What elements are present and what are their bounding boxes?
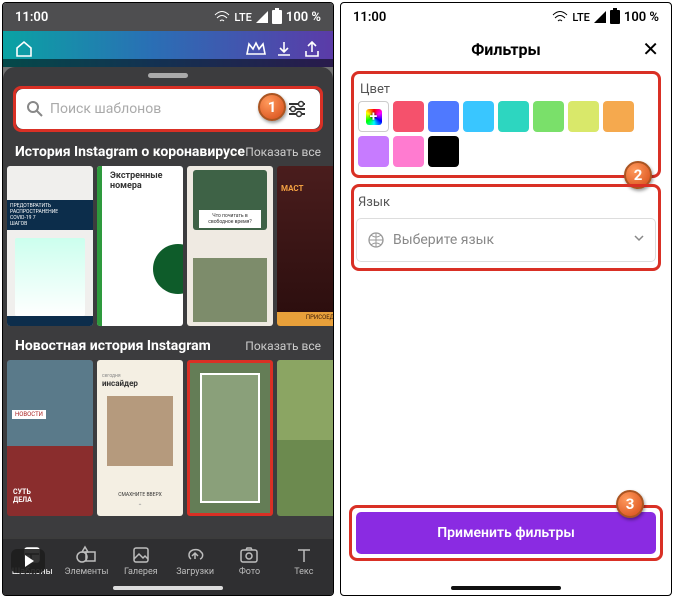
- color-swatches: [358, 101, 654, 167]
- status-battery: 100 %: [624, 10, 659, 25]
- status-bar: 11:00 LTE 100 %: [3, 3, 333, 31]
- template-row-2[interactable]: НОВОСТИ СУТЬДЕЛА сегодня инсайдер СМАХНИ…: [3, 360, 333, 516]
- search-icon: [26, 100, 44, 118]
- nav-gallery[interactable]: Галерея: [114, 545, 168, 577]
- template-card[interactable]: Экстренныеномера: [97, 166, 183, 326]
- share-icon[interactable]: [301, 38, 323, 60]
- template-card[interactable]: [187, 360, 273, 516]
- color-swatch[interactable]: [603, 101, 634, 132]
- battery-icon: [610, 10, 620, 24]
- section-title: История Instagram о коронавирусе: [15, 144, 245, 160]
- nav-elements[interactable]: Элементы: [59, 545, 113, 577]
- template-card[interactable]: ПРЕДОТВРАТИТЬРАСПРОСТРАНЕНИЕCOVID-19 7ША…: [7, 166, 93, 326]
- color-swatch[interactable]: [463, 101, 494, 132]
- language-placeholder: Выберите язык: [393, 232, 494, 248]
- apply-section-highlight: Применить фильтры 3: [349, 505, 663, 561]
- color-swatch[interactable]: [428, 101, 459, 132]
- template-card[interactable]: Что почитать всвободное время?: [187, 166, 273, 326]
- language-section-highlight: Язык Выберите язык: [351, 184, 661, 271]
- status-time: 11:00: [353, 10, 386, 25]
- phone-left: 11:00 LTE 100 % Поиск шаблонов: [2, 2, 334, 596]
- globe-icon: [367, 231, 385, 249]
- sheet-handle[interactable]: [148, 73, 188, 78]
- annotation-3: 3: [616, 490, 644, 518]
- close-icon[interactable]: ✕: [642, 37, 659, 61]
- color-swatch[interactable]: [498, 101, 529, 132]
- phone-right: 11:00 LTE 100 % Фильтры ✕ Цвет 2 Язык Вы…: [340, 2, 672, 596]
- wifi-icon: [552, 10, 568, 24]
- color-swatch[interactable]: [393, 136, 424, 167]
- template-card[interactable]: НОВОСТИ СУТЬДЕЛА: [7, 360, 93, 516]
- status-bar: 11:00 LTE 100 %: [341, 3, 671, 31]
- play-tray-icon[interactable]: [11, 549, 45, 573]
- add-color-swatch[interactable]: [358, 101, 389, 132]
- color-swatch[interactable]: [533, 101, 564, 132]
- nav-text[interactable]: Текс: [277, 545, 331, 577]
- nav-uploads[interactable]: Загрузки: [168, 545, 222, 577]
- section-title: Новостная история Instagram: [15, 338, 211, 354]
- template-card[interactable]: сегодня инсайдер СМАХНИТЕ ВВЕРХ ⌃: [97, 360, 183, 516]
- search-filter-highlight: Поиск шаблонов 1: [13, 86, 323, 132]
- annotation-1: 1: [258, 93, 286, 121]
- template-row-1[interactable]: ПРЕДОТВРАТИТЬРАСПРОСТРАНЕНИЕCOVID-19 7ША…: [3, 166, 333, 326]
- color-section-highlight: Цвет 2: [351, 71, 661, 178]
- color-swatch[interactable]: [358, 136, 389, 167]
- template-card[interactable]: [277, 360, 333, 516]
- status-net: LTE: [572, 11, 590, 24]
- chevron-down-icon: [633, 232, 645, 248]
- home-icon[interactable]: [13, 38, 35, 60]
- filters-header: Фильтры ✕: [341, 31, 671, 67]
- templates-sheet: Поиск шаблонов 1 История Instagram о кор…: [3, 67, 333, 595]
- show-all-link[interactable]: Показать все: [245, 339, 321, 353]
- status-time: 11:00: [15, 10, 48, 25]
- download-icon[interactable]: [273, 38, 295, 60]
- battery-icon: [272, 10, 282, 24]
- status-net: LTE: [234, 11, 252, 24]
- color-swatch[interactable]: [568, 101, 599, 132]
- filter-button[interactable]: [284, 96, 310, 122]
- wifi-icon: [214, 10, 230, 24]
- language-select[interactable]: Выберите язык: [356, 218, 656, 262]
- color-label: Цвет: [358, 78, 654, 101]
- signal-icon: [594, 11, 606, 23]
- show-all-link[interactable]: Показать все: [245, 145, 321, 159]
- crown-icon[interactable]: [245, 38, 267, 60]
- color-swatch[interactable]: [393, 101, 424, 132]
- signal-icon: [256, 11, 268, 23]
- language-label: Язык: [356, 191, 656, 214]
- apply-filters-button[interactable]: Применить фильтры: [356, 512, 656, 554]
- filters-title: Фильтры: [471, 40, 541, 59]
- nav-photo[interactable]: Фото: [222, 545, 276, 577]
- search-input[interactable]: Поиск шаблонов: [50, 101, 278, 117]
- template-card[interactable]: МАСТ ПРИСОЕД: [277, 166, 333, 326]
- color-swatch[interactable]: [428, 136, 459, 167]
- bottom-nav: Шаблоны Элементы Галерея Загрузки Фото Т…: [3, 537, 333, 581]
- status-battery: 100 %: [286, 10, 321, 25]
